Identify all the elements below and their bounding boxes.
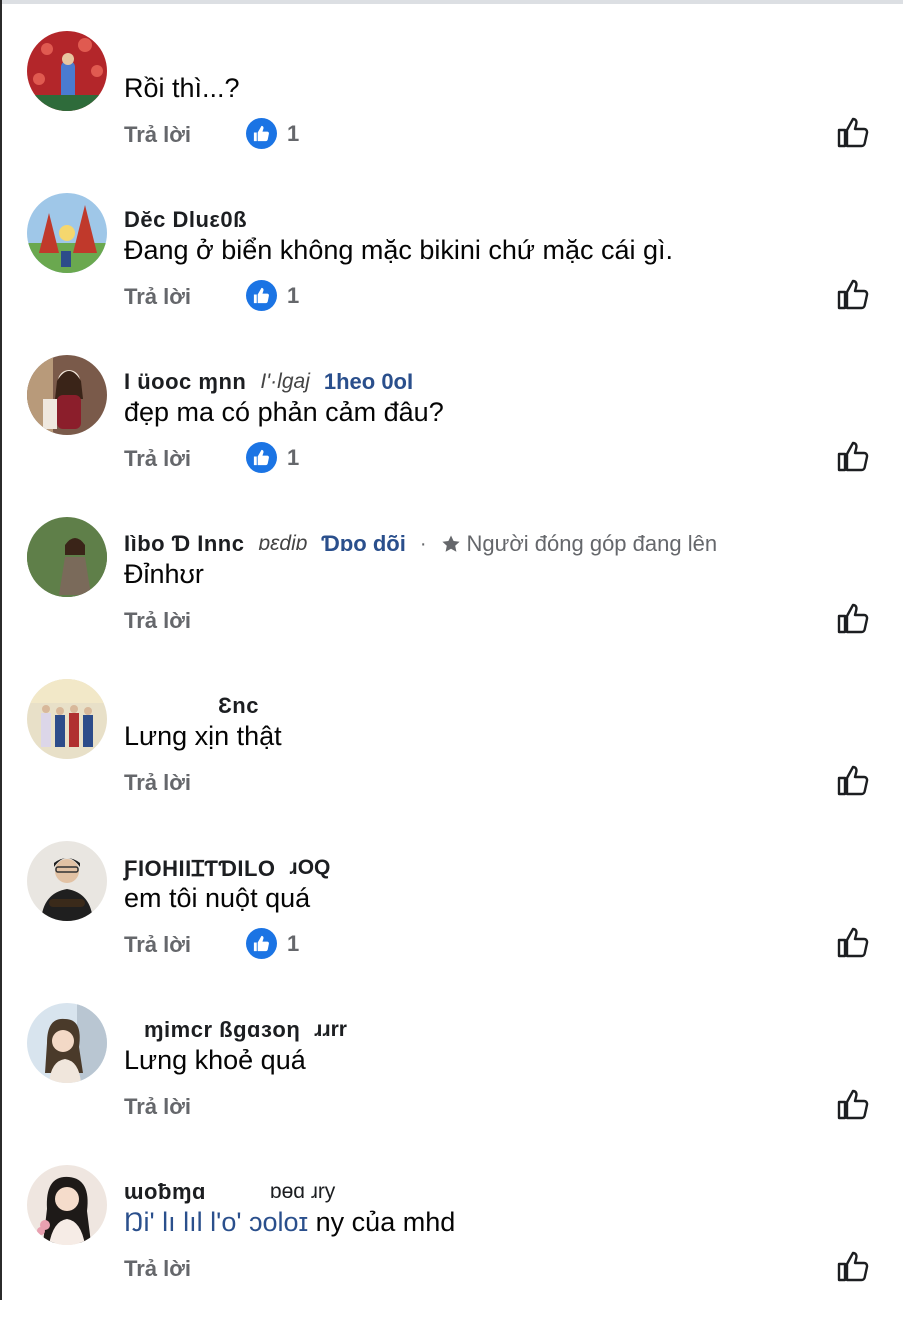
- like-button[interactable]: [836, 601, 870, 635]
- like-count: 1: [287, 282, 300, 308]
- author-name[interactable]: I üooc ɱnn: [124, 369, 246, 395]
- reaction-summary[interactable]: 1: [246, 442, 299, 473]
- comment-text: Lưng xịn thật: [124, 721, 282, 751]
- follow-button[interactable]: 1heo 0oI: [324, 369, 413, 395]
- reply-link[interactable]: Trả lời: [124, 932, 191, 958]
- avatar[interactable]: [27, 679, 107, 759]
- author-badge: I'·lgaj: [260, 370, 310, 393]
- author-badge: ɒɵɑ ɹry: [269, 1180, 336, 1203]
- avatar[interactable]: [27, 1003, 107, 1083]
- thumbs-up-icon: [837, 603, 869, 634]
- avatar[interactable]: [27, 1165, 107, 1245]
- like-reaction-icon: [246, 280, 277, 311]
- comment-text: Đang ở biển không mặc bikini chứ mặc cái…: [124, 235, 674, 265]
- reply-link[interactable]: Trả lời: [124, 284, 191, 310]
- like-button[interactable]: [836, 115, 870, 149]
- author-row: Dĕc Dluε0ß: [124, 205, 247, 235]
- author-name[interactable]: ƑIOHIIꞮƬƊILO: [124, 853, 276, 883]
- top-divider: [0, 0, 903, 4]
- avatar[interactable]: [27, 841, 107, 921]
- like-count: 1: [287, 120, 300, 146]
- reply-link[interactable]: Trả lời: [124, 608, 191, 634]
- thumbs-up-icon: [837, 279, 869, 310]
- like-reaction-icon: [246, 118, 277, 149]
- author-row: ɯoƀɱɑ ɒɵɑ ɹry: [124, 1177, 335, 1207]
- comment-text: Rồi thì...?: [124, 73, 240, 103]
- thumbs-up-icon: [837, 1251, 869, 1282]
- author-row: Ɛnc: [124, 691, 259, 721]
- thumbs-up-icon: [837, 441, 869, 472]
- avatar[interactable]: [27, 517, 107, 597]
- author-row: Iìbo Ɗ Innc ɒɛdiɒ Ɗɒo dõi · Người đóng g…: [124, 529, 717, 559]
- thumbs-up-icon: [837, 117, 869, 148]
- author-name[interactable]: ɯoƀɱɑ: [124, 1179, 206, 1205]
- author-name[interactable]: Dĕc Dluε0ß: [124, 207, 247, 233]
- thumbs-up-icon: [837, 765, 869, 796]
- comment-body: ny của mhd: [308, 1207, 456, 1237]
- reply-link[interactable]: Trả lời: [124, 770, 191, 796]
- author-badge: ɹɹrr: [314, 1018, 347, 1041]
- star-icon: [441, 535, 460, 552]
- comment-item: Dĕc Dluε0ß Đang ở biển không mặc bikini …: [0, 193, 903, 355]
- comment-text: Lưng khoẻ quá: [124, 1045, 306, 1075]
- comment-item: Rồi thì...? Trả lời 1: [0, 31, 903, 193]
- like-reaction-icon: [246, 442, 277, 473]
- reply-link[interactable]: Trả lời: [124, 446, 191, 472]
- like-button[interactable]: [836, 439, 870, 473]
- comment-text: em tôi nuột quá: [124, 883, 311, 913]
- reaction-summary[interactable]: 1: [246, 118, 299, 149]
- author-row: ƑIOHIIꞮƬƊILO ɹOQ: [124, 853, 330, 883]
- thumbs-up-icon: [837, 927, 869, 958]
- author-badge: ɒɛdiɒ: [258, 532, 308, 555]
- comment-item: Ɛnc Lưng xịn thật Trả lời: [0, 679, 903, 841]
- comment-item: ɱimcr ßgɑɜoη ɹɹrr Lưng khoẻ quá Trả lời: [0, 1003, 903, 1165]
- follow-button[interactable]: Ɗɒo dõi: [321, 531, 405, 557]
- author-name[interactable]: Iìbo Ɗ Innc: [124, 531, 244, 557]
- author-row: ɱimcr ßgɑɜoη ɹɹrr: [124, 1015, 347, 1045]
- comment-text: đẹp ma có phản cảm đâu?: [124, 397, 444, 427]
- comment-text: Đỉnhʊr: [124, 559, 204, 589]
- author-row: I üooc ɱnn I'·lgaj 1heo 0oI: [124, 367, 413, 397]
- author-name[interactable]: ɱimcr ßgɑɜoη: [144, 1017, 300, 1043]
- comment-item: ƑIOHIIꞮƬƊILO ɹOQ em tôi nuột quá Trả lời…: [0, 841, 903, 1003]
- like-button[interactable]: [836, 277, 870, 311]
- contributor-badge: Người đóng góp đang lên: [441, 531, 718, 557]
- author-badge: ɹOQ: [289, 856, 331, 879]
- avatar[interactable]: [27, 355, 107, 435]
- author-name[interactable]: Ɛnc: [218, 693, 259, 719]
- reply-link[interactable]: Trả lời: [124, 1094, 191, 1120]
- comment-item: I üooc ɱnn I'·lgaj 1heo 0oI đẹp ma có ph…: [0, 355, 903, 517]
- comment-text: Ŋi' lı lıl l'o' ɔoloɪ ny của mhd: [124, 1207, 455, 1238]
- reaction-summary[interactable]: 1: [246, 928, 299, 959]
- comment-item: ɯoƀɱɑ ɒɵɑ ɹry Ŋi' lı lıl l'o' ɔoloɪ ny c…: [0, 1165, 903, 1327]
- reaction-summary[interactable]: 1: [246, 280, 299, 311]
- avatar[interactable]: [27, 31, 107, 111]
- reply-link[interactable]: Trả lời: [124, 122, 191, 148]
- like-reaction-icon: [246, 928, 277, 959]
- like-button[interactable]: [836, 1249, 870, 1283]
- like-count: 1: [287, 930, 300, 956]
- mention-link[interactable]: Ŋi' lı lıl l'o' ɔoloɪ: [124, 1207, 308, 1237]
- like-button[interactable]: [836, 1087, 870, 1121]
- contributor-label: Người đóng góp đang lên: [466, 531, 718, 556]
- like-count: 1: [287, 444, 300, 470]
- like-button[interactable]: [836, 925, 870, 959]
- like-button[interactable]: [836, 763, 870, 797]
- reply-link[interactable]: Trả lời: [124, 1256, 191, 1282]
- avatar[interactable]: [27, 193, 107, 273]
- comment-item: Iìbo Ɗ Innc ɒɛdiɒ Ɗɒo dõi · Người đóng g…: [0, 517, 903, 679]
- separator-dot: ·: [419, 532, 427, 555]
- thumbs-up-icon: [837, 1089, 869, 1120]
